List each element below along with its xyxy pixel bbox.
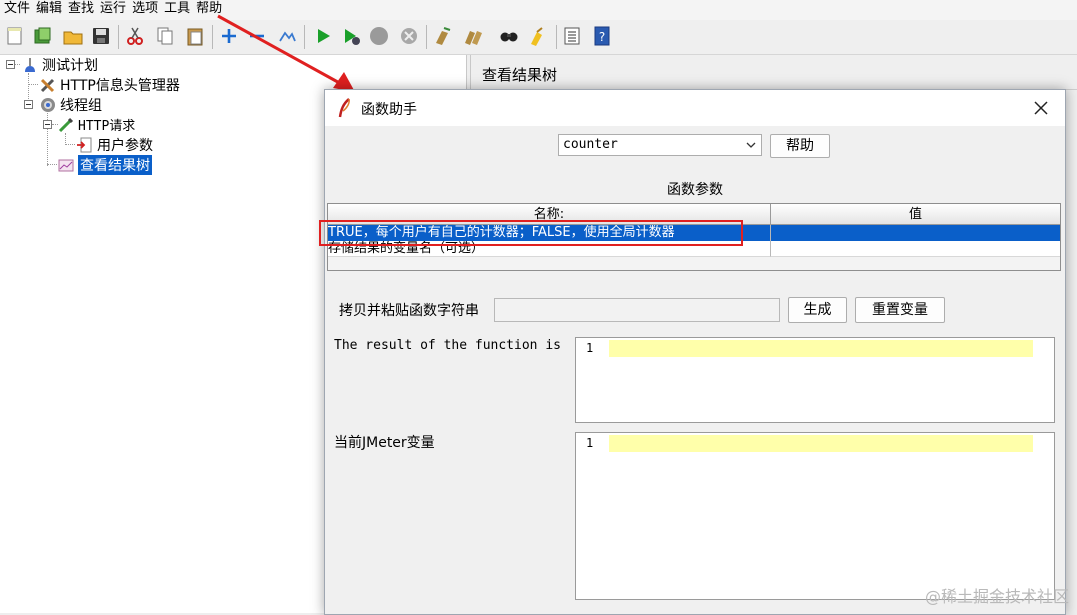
panel-title: 查看结果树 [482, 66, 558, 84]
toggle-icon[interactable] [276, 25, 298, 47]
menu-options[interactable]: 选项 [129, 0, 161, 20]
tree-item-label: 测试计划 [42, 57, 98, 74]
shutdown-icon [398, 25, 420, 47]
generate-button[interactable]: 生成 [788, 297, 847, 323]
column-header-value[interactable]: 值 [771, 204, 1060, 225]
tree-item-label: 查看结果树 [78, 154, 152, 175]
feather-icon [337, 98, 353, 118]
search-icon[interactable] [498, 25, 520, 47]
tree-item-label: HTTP信息头管理器 [60, 77, 180, 94]
pipette-icon [57, 116, 75, 134]
expander-test-plan[interactable] [6, 60, 15, 69]
paste-icon[interactable] [184, 25, 206, 47]
tree-item-label: HTTP请求 [78, 119, 136, 134]
current-line-highlight [609, 340, 1033, 357]
expander-http-request[interactable] [43, 120, 52, 129]
clear-icon[interactable] [432, 25, 454, 47]
menu-search[interactable]: 查找 [65, 0, 97, 20]
tree-item-http-header-manager[interactable]: HTTP信息头管理器 [39, 75, 180, 94]
start-icon[interactable] [312, 25, 334, 47]
reset-search-icon[interactable] [526, 25, 548, 47]
toolbar: ? [0, 20, 1077, 55]
current-line-highlight [609, 435, 1033, 452]
help-icon[interactable]: ? [591, 25, 613, 47]
gear-icon [39, 96, 57, 114]
expander-thread-group[interactable] [24, 100, 33, 109]
document-arrow-icon [76, 136, 94, 154]
line-number: 1 [586, 341, 594, 355]
jmeter-vars-label: 当前JMeter变量 [334, 435, 435, 451]
tree-item-view-results-tree[interactable]: 查看结果树 [57, 154, 152, 175]
copy-icon[interactable] [154, 25, 176, 47]
line-gutter: 1 [576, 338, 608, 422]
line-number: 1 [586, 436, 594, 450]
open-icon[interactable] [62, 25, 84, 47]
expand-icon[interactable] [218, 25, 240, 47]
wrench-icon [39, 76, 57, 94]
tree-item-label: 线程组 [60, 97, 102, 114]
line-gutter: 1 [576, 433, 608, 599]
reset-variables-button[interactable]: 重置变量 [855, 297, 945, 323]
function-select-value: counter [563, 137, 618, 152]
templates-icon[interactable] [32, 25, 54, 47]
function-helper-dialog: 函数助手 counter 帮助 函数参数 名称: 值 TRUE，每个用户有自己的… [319, 89, 1066, 615]
table-cell-value[interactable] [771, 225, 1060, 241]
new-icon[interactable] [4, 25, 26, 47]
highlight-box [319, 220, 743, 246]
function-select[interactable]: counter [558, 134, 762, 156]
chevron-down-icon [745, 139, 757, 151]
menu-help[interactable]: 帮助 [193, 0, 225, 20]
menu-tools[interactable]: 工具 [161, 0, 193, 20]
clear-all-icon[interactable] [462, 25, 484, 47]
params-title: 函数参数 [667, 182, 723, 198]
stop-icon [368, 25, 390, 47]
function-string-field[interactable] [494, 298, 780, 322]
cut-icon[interactable] [124, 25, 146, 47]
chart-icon [57, 156, 75, 174]
help-button[interactable]: 帮助 [770, 134, 830, 158]
function-helper-icon[interactable] [561, 25, 583, 47]
tree-item-label: 用户参数 [97, 137, 153, 154]
svg-text:?: ? [599, 30, 605, 44]
close-icon[interactable] [1029, 96, 1053, 120]
table-cell-value[interactable] [771, 241, 1060, 257]
test-plan-icon [21, 56, 39, 74]
result-editor[interactable]: 1 [575, 337, 1055, 423]
menubar: 文件 编辑 查找 运行 选项 工具 帮助 [0, 0, 1077, 20]
tree-item-test-plan[interactable]: 测试计划 [21, 55, 98, 74]
jmeter-vars-editor[interactable]: 1 [575, 432, 1055, 600]
menu-file[interactable]: 文件 [0, 0, 33, 20]
menu-run[interactable]: 运行 [97, 0, 129, 20]
tree-item-thread-group[interactable]: 线程组 [39, 95, 102, 114]
copy-label: 拷贝并粘贴函数字符串 [339, 303, 479, 319]
tree-item-http-request[interactable]: HTTP请求 [57, 115, 135, 134]
start-no-pause-icon[interactable] [340, 25, 362, 47]
dialog-title: 函数助手 [361, 102, 417, 118]
watermark: @稀土掘金技术社区 [924, 587, 1069, 606]
result-label: The result of the function is [334, 338, 561, 353]
tree-item-user-parameters[interactable]: 用户参数 [76, 135, 153, 154]
save-icon[interactable] [90, 25, 112, 47]
dialog-titlebar: 函数助手 [325, 90, 1065, 126]
menu-edit[interactable]: 编辑 [33, 0, 65, 20]
collapse-icon[interactable] [246, 25, 268, 47]
